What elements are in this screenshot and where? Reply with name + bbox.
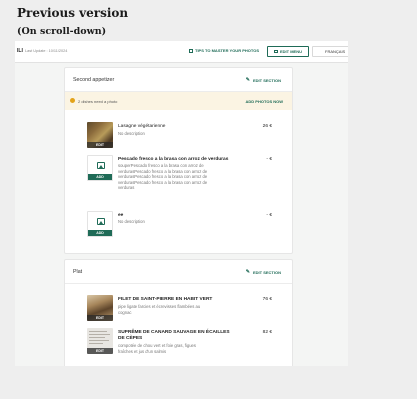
section-header: Plat ✎ EDIT SECTION (65, 260, 292, 284)
add-photo-button[interactable]: ADD (88, 230, 112, 236)
edit-section-button[interactable]: ✎ EDIT SECTION (246, 269, 281, 275)
app-window: ILI Last Update : 10/11/2024 TIPS TO MAS… (15, 41, 348, 366)
edit-photo-button[interactable]: EDIT (87, 142, 113, 148)
edit-photo-button[interactable]: EDIT (87, 315, 113, 321)
dish-name: Lasagne végétarienne (118, 124, 166, 129)
edit-section-button[interactable]: ✎ EDIT SECTION (246, 77, 281, 83)
add-photos-now-link[interactable]: ADD PHOTOS NOW (246, 99, 283, 104)
last-update-text: Last Update : 10/11/2024 (25, 48, 68, 53)
dish-item[interactable]: EDIT FILET DE SAINT-PIERRE EN HABIT VERT… (87, 295, 272, 323)
missing-photo-banner: 2 dishes need a photo ADD PHOTOS NOW (65, 92, 292, 110)
dish-photo-placeholder[interactable]: ADD (87, 211, 113, 237)
section-title: Second appetizer (73, 77, 115, 83)
pencil-icon: ✎ (245, 269, 250, 275)
dish-item[interactable]: EDIT Lasagne végétarienne No description… (87, 122, 272, 150)
dish-price: 26 € (262, 124, 272, 129)
section-card-plat: Plat ✎ EDIT SECTION EDIT FILET DE SAINT-… (64, 259, 293, 366)
grid-icon (189, 48, 193, 53)
edit-section-label: EDIT SECTION (252, 77, 281, 83)
section-header: Second appetizer ✎ EDIT SECTION (65, 68, 292, 92)
page-heading: Previous version (17, 6, 129, 20)
dish-name-line: DE CÈPES (118, 336, 143, 341)
add-image-icon (97, 162, 105, 169)
page-subheading: (On scroll-down) (17, 26, 107, 37)
tips-label: TIPS TO MASTER YOUR PHOTOS (195, 48, 260, 53)
text-line-graphic (89, 331, 107, 332)
dish-price: 76 € (262, 297, 272, 302)
add-image-icon (97, 218, 105, 225)
text-line-graphic (89, 343, 103, 344)
dish-photo[interactable]: EDIT (87, 295, 113, 321)
dish-description-line: verduras (118, 185, 135, 190)
edit-photo-button[interactable]: EDIT (87, 348, 113, 354)
menu-book-icon (274, 50, 278, 53)
tips-link[interactable]: TIPS TO MASTER YOUR PHOTOS (189, 48, 259, 53)
dish-name: FILET DE SAINT-PIERRE EN HABIT VERT (118, 297, 213, 302)
edit-section-label: EDIT SECTION (252, 269, 281, 275)
dish-description-line: cognac (118, 309, 132, 315)
dish-photo[interactable]: EDIT (87, 328, 113, 354)
dish-photo[interactable]: EDIT (87, 122, 113, 148)
dish-description: No description (118, 219, 145, 224)
dish-description-line: fraîches et jus d'un salmis (118, 348, 167, 354)
logo[interactable]: ILI (17, 48, 23, 54)
text-line-graphic (89, 337, 105, 338)
top-bar: ILI Last Update : 10/11/2024 TIPS TO MAS… (15, 41, 348, 63)
dish-price: 82 € (262, 330, 272, 335)
add-photo-button[interactable]: ADD (88, 174, 112, 180)
warning-icon (70, 98, 75, 103)
section-title: Plat (73, 269, 83, 275)
dish-description: No description (118, 131, 145, 136)
language-label: FRANÇAIS (325, 49, 346, 54)
language-select[interactable]: FRANÇAIS (312, 46, 348, 57)
pencil-icon: ✎ (245, 77, 250, 83)
dish-item[interactable]: ADD Pescado fresco a la brasa con arroz … (87, 155, 272, 205)
edit-menu-button[interactable]: EDIT MENU (267, 46, 309, 57)
dish-price: - € (266, 213, 272, 218)
text-line-graphic (89, 340, 109, 341)
dish-price: - € (266, 157, 272, 162)
text-line-graphic (89, 334, 110, 335)
warning-text: 2 dishes need a photo (78, 98, 118, 104)
edit-menu-label: EDIT MENU (280, 49, 302, 54)
dish-item[interactable]: ADD ee No description - € (87, 211, 272, 239)
dish-photo-placeholder[interactable]: ADD (87, 155, 113, 181)
dish-item[interactable]: EDIT SUPRÊME DE CANARD SAUVAGE EN ÉCAILL… (87, 328, 272, 358)
section-card-second-appetizer: Second appetizer ✎ EDIT SECTION 2 dishes… (64, 67, 293, 254)
